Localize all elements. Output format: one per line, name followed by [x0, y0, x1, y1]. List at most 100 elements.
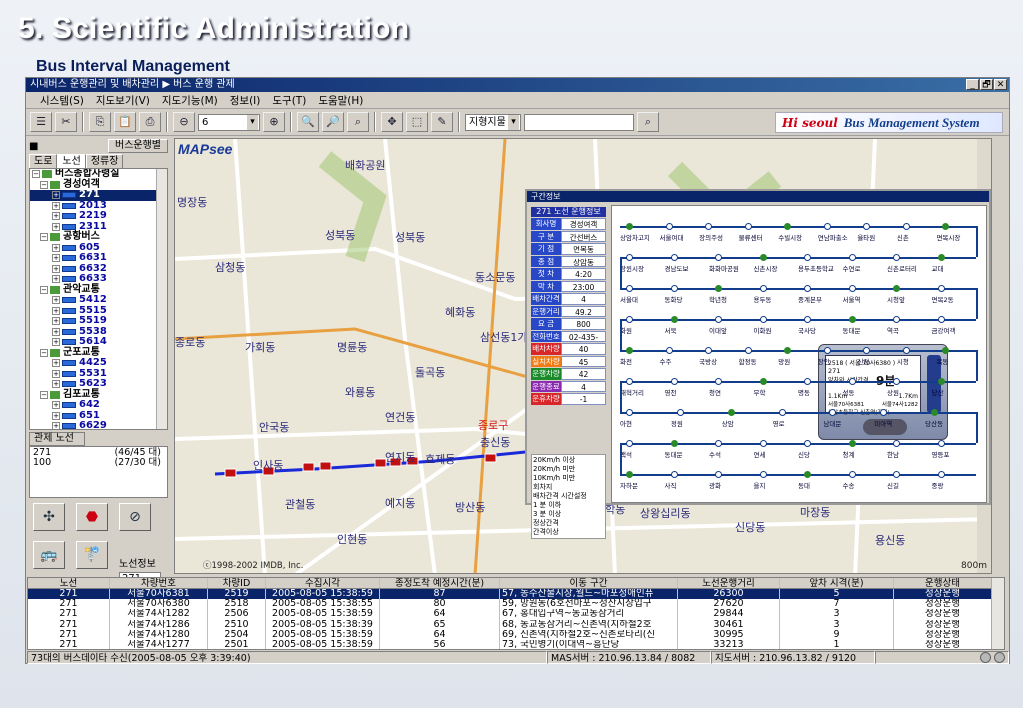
close-button[interactable]: ✕	[994, 79, 1007, 90]
table-row[interactable]: 271 서울74사1282 2506 2005-08-05 15:38:59 64 67,…	[28, 609, 1004, 620]
bus-stop[interactable]	[778, 409, 786, 416]
restore-button[interactable]: 🗗	[980, 79, 993, 90]
search-icon[interactable]: ⌕	[637, 112, 659, 132]
bus-stop[interactable]	[937, 378, 945, 385]
tab-road[interactable]: 도로	[29, 154, 58, 168]
bus-stop[interactable]	[676, 409, 684, 416]
expand-icon[interactable]: +	[52, 411, 60, 420]
expand-icon[interactable]: +	[52, 296, 60, 305]
tab-route[interactable]: 노선	[57, 154, 86, 168]
minimize-button[interactable]: _	[966, 79, 979, 90]
bus-stop[interactable]	[759, 254, 767, 261]
bus-stop[interactable]	[626, 378, 633, 385]
bus-stop[interactable]	[804, 254, 811, 261]
bus-stop[interactable]	[744, 347, 752, 354]
expand-icon[interactable]: +	[52, 275, 60, 284]
expand-icon[interactable]: −	[32, 170, 40, 179]
bus-stop[interactable]	[937, 316, 945, 323]
expand-icon[interactable]: +	[52, 317, 60, 326]
expand-icon[interactable]: +	[52, 306, 60, 315]
expand-icon[interactable]: +	[52, 264, 60, 273]
expand-icon[interactable]: +	[52, 327, 60, 336]
bus-stop[interactable]	[670, 471, 678, 478]
tree-route-item[interactable]: +6629	[30, 420, 167, 429]
bus-stop[interactable]	[902, 223, 910, 230]
menu-info[interactable]: 정보(I)	[230, 93, 261, 108]
bus-stop[interactable]	[626, 409, 633, 416]
bus-stop[interactable]	[863, 223, 871, 230]
section-info-popup[interactable]: 구간정보 271 노선 운행정보 회사명 경성여객 구 분 간선버스 기 점 면목동 종 점…	[525, 189, 991, 539]
bus-stop[interactable]	[784, 223, 792, 230]
tree-route-item[interactable]: +6633	[30, 273, 167, 285]
bus-stop[interactable]	[744, 223, 752, 230]
bus-stop[interactable]	[893, 316, 900, 323]
column-header[interactable]: 수집시각	[266, 578, 380, 588]
bus-stop[interactable]	[665, 223, 673, 230]
expand-icon[interactable]: +	[52, 222, 60, 231]
bus-stop[interactable]	[937, 254, 945, 261]
bus-stop[interactable]	[937, 440, 945, 447]
column-header[interactable]: 종정도착 예정시간(분)	[380, 578, 500, 588]
column-header[interactable]: 운행상태	[894, 578, 992, 588]
table-row[interactable]: 271 서울74사1277 2501 2005-08-05 15:38:59 56 73,…	[28, 639, 1004, 649]
tree-scrollbar[interactable]	[156, 169, 167, 429]
bus-stop[interactable]	[670, 316, 678, 323]
bus-stop[interactable]	[893, 254, 900, 261]
print-icon[interactable]: ⎙	[139, 112, 161, 132]
bus-stop[interactable]	[665, 347, 673, 354]
bus-stop[interactable]	[893, 378, 900, 385]
bus-stop[interactable]	[715, 471, 722, 478]
expand-icon[interactable]: −	[40, 285, 48, 294]
zoom-plus-icon[interactable]: ⊕	[263, 112, 285, 132]
table-row[interactable]: 271 서울74사1286 2510 2005-08-05 15:38:39 65 68,…	[28, 619, 1004, 630]
bus-stop[interactable]	[715, 378, 722, 385]
grid-scrollbar[interactable]	[991, 578, 1004, 649]
bus-stop[interactable]	[848, 285, 856, 292]
tree-route-item[interactable]: +2219	[30, 210, 167, 222]
map-view[interactable]: MAPsee 명장동 성북동 삼청동 배화공원 성북동 동소문동 혜화동 삼선동1가 종로동 가회…	[174, 138, 992, 574]
tree-route-item[interactable]: +4425	[30, 357, 167, 369]
bus-stop[interactable]	[893, 285, 900, 292]
bus-stop[interactable]	[626, 316, 633, 323]
bus-stop[interactable]	[804, 316, 811, 323]
bus-monitor-icon[interactable]: 🚌	[33, 541, 65, 569]
bus-stop[interactable]	[670, 440, 678, 447]
paste-icon[interactable]: 📋	[114, 112, 136, 132]
map-feature-select[interactable]: 지형지물	[465, 113, 521, 131]
expand-icon[interactable]: +	[52, 338, 60, 347]
bus-stop[interactable]	[626, 347, 633, 354]
bus-stop[interactable]	[823, 223, 831, 230]
tree-route-item[interactable]: +6631	[30, 252, 167, 264]
bus-stop[interactable]	[670, 285, 678, 292]
bus-stop-icon[interactable]: 🚏	[76, 541, 108, 569]
menu-view[interactable]: 지도보기(V)	[96, 93, 150, 108]
bus-stop[interactable]	[804, 378, 811, 385]
bus-stop[interactable]	[848, 440, 856, 447]
zoom-area-icon[interactable]: ⌕	[347, 112, 369, 132]
bus-stop[interactable]	[804, 285, 811, 292]
bus-stop[interactable]	[715, 254, 722, 261]
pan-icon[interactable]: ✥	[381, 112, 403, 132]
menu-system[interactable]: 시스템(S)	[40, 93, 84, 108]
list-item[interactable]: 100 (27/30 대)	[33, 458, 161, 468]
zoom-minus-icon[interactable]: ⊖	[173, 112, 195, 132]
bus-stop[interactable]	[759, 285, 767, 292]
bus-stop[interactable]	[848, 316, 856, 323]
tree-route-item[interactable]: +5519	[30, 315, 167, 327]
copy-icon[interactable]: ⎘	[89, 112, 111, 132]
bus-stop[interactable]	[937, 285, 945, 292]
tree-route-item[interactable]: +5412	[30, 294, 167, 306]
bus-stop[interactable]	[759, 378, 767, 385]
tree-route-item[interactable]: +5614	[30, 336, 167, 348]
bus-stop[interactable]	[759, 316, 767, 323]
bus-stop[interactable]	[626, 471, 633, 478]
column-header[interactable]: 노선운행거리	[678, 578, 780, 588]
bus-stop[interactable]	[626, 285, 633, 292]
bus-stop[interactable]	[670, 378, 678, 385]
bus-stop[interactable]	[670, 254, 678, 261]
bus-stop[interactable]	[848, 254, 856, 261]
zoom-level-select[interactable]: 6	[198, 113, 260, 131]
bus-stop[interactable]	[804, 471, 811, 478]
bus-stop[interactable]	[715, 440, 722, 447]
tree-route-item[interactable]: +5623	[30, 378, 167, 390]
